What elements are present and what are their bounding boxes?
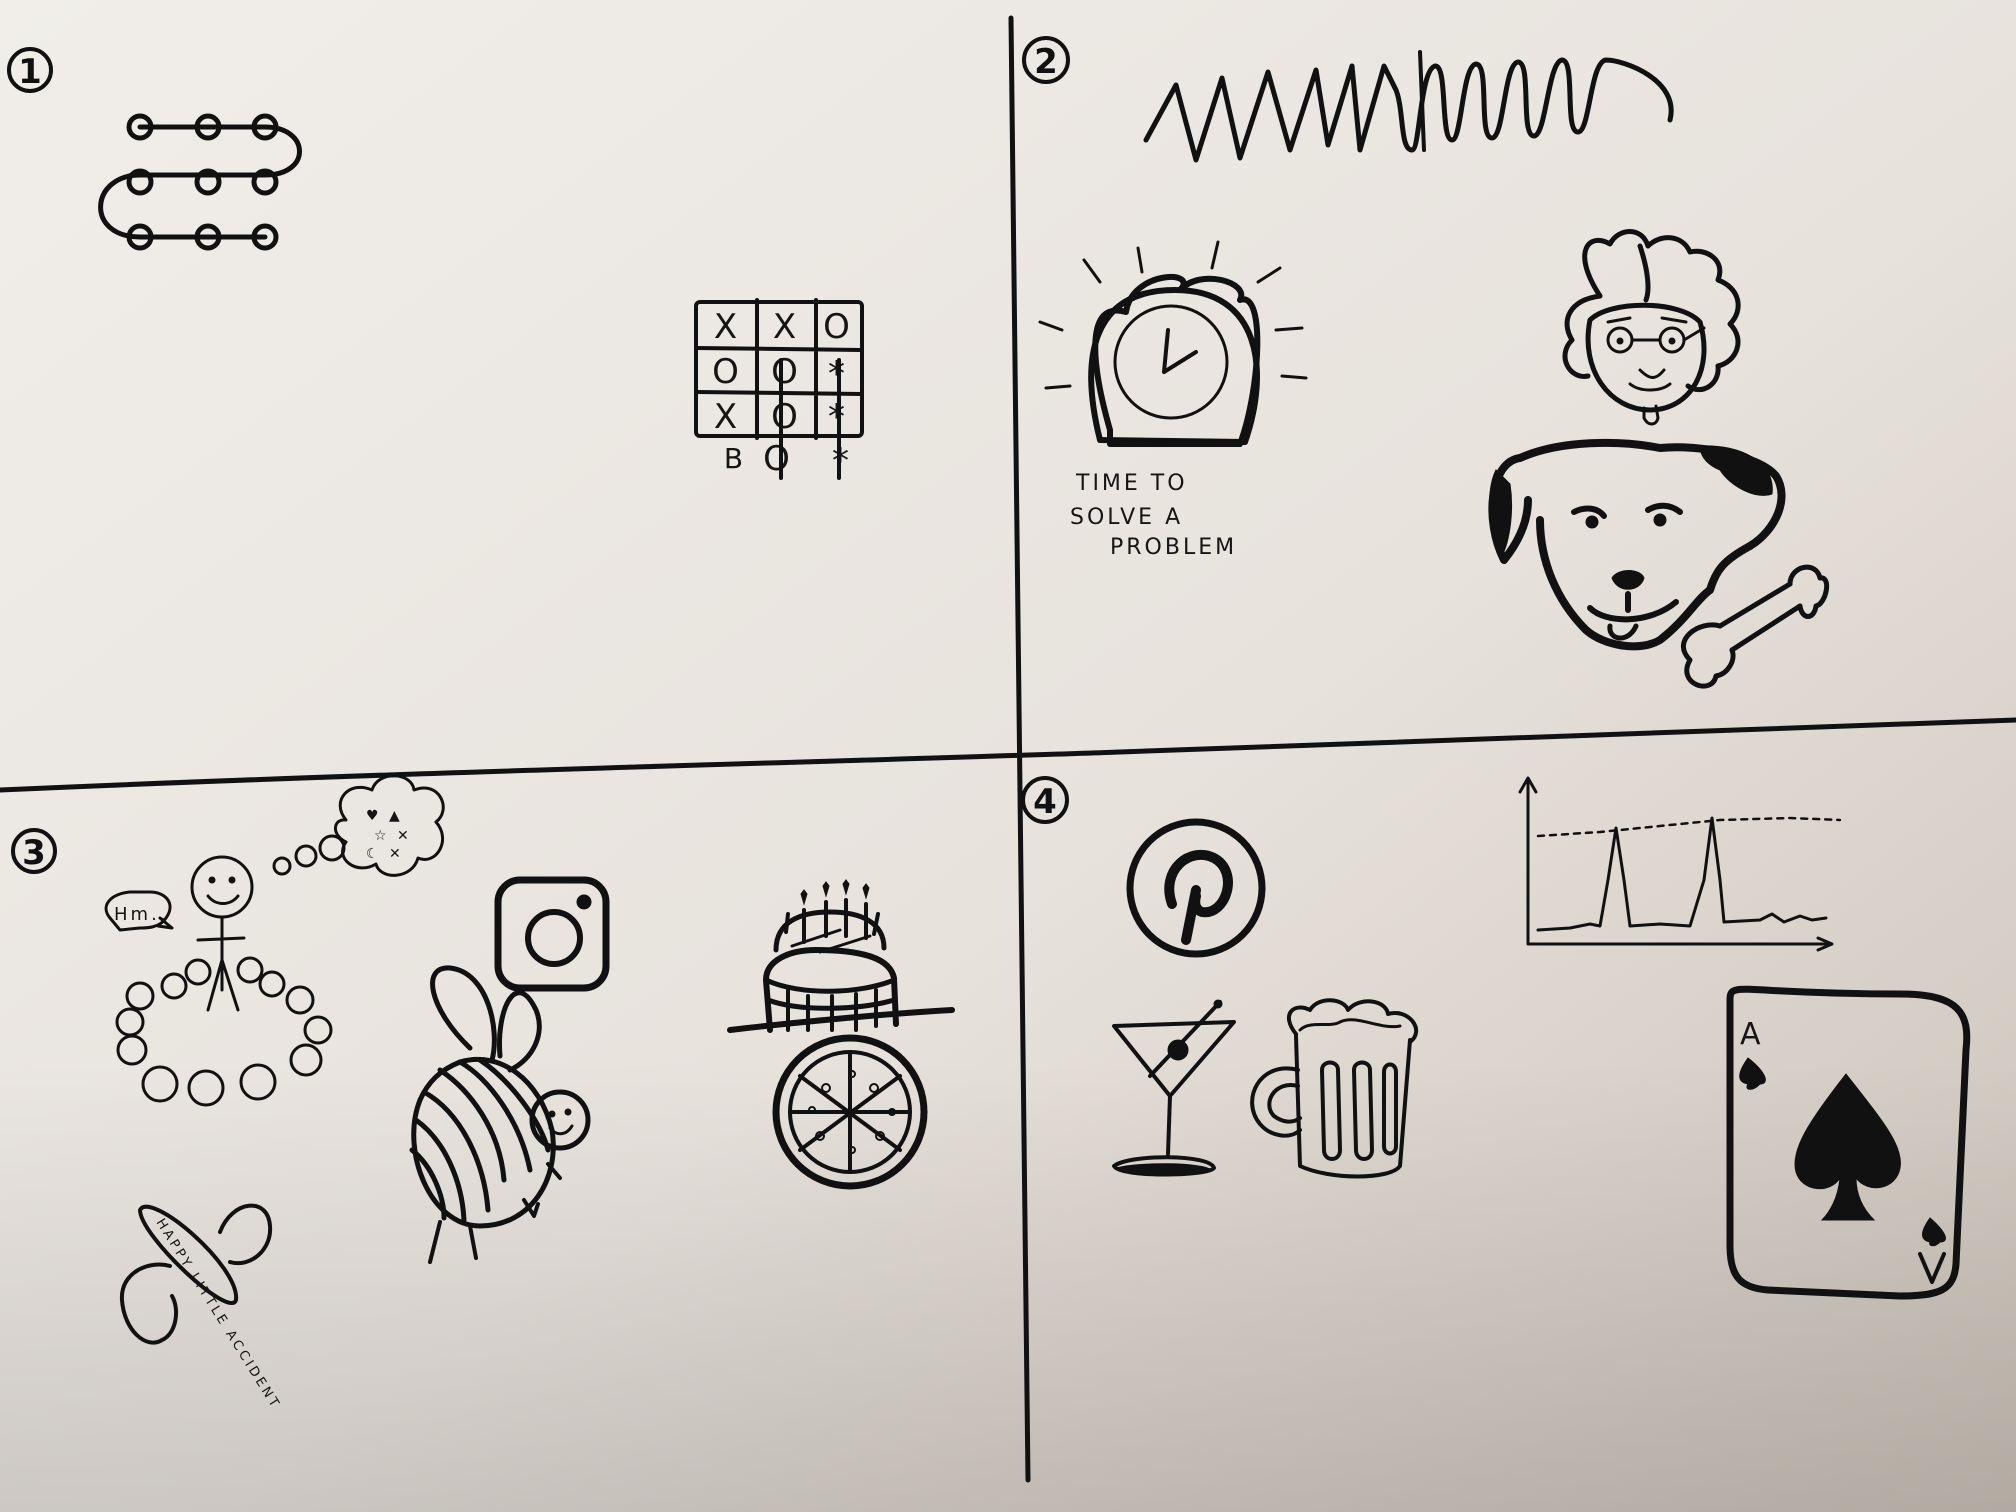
clock-caption-line: PROBLEM	[1110, 535, 1237, 560]
ttt-cell: X	[773, 307, 799, 347]
ttt-cell: O	[712, 352, 742, 392]
clock-caption-line: TIME TO	[1075, 471, 1188, 496]
ttt-below: *	[832, 441, 852, 481]
ttt-cell: O	[771, 397, 801, 437]
speech-bubble-text: Hm..	[114, 904, 169, 925]
clock-caption-line: SOLVE A	[1070, 505, 1183, 530]
svg-text:3: 3	[22, 833, 46, 873]
whiteboard-drawing: 1 2 3 4 X X O O O * X O * B O * TIME TO …	[0, 0, 2016, 1512]
card-rank: A	[1740, 1017, 1764, 1052]
ttt-below: O	[763, 439, 793, 479]
ttt-cell: O	[823, 307, 853, 347]
pizza-icon	[772, 1034, 928, 1190]
svg-text:☾ ✕: ☾ ✕	[366, 846, 404, 862]
svg-text:♥ ▲: ♥ ▲	[366, 808, 403, 824]
svg-text:2: 2	[1034, 42, 1058, 82]
ttt-cell: X	[714, 397, 740, 437]
ttt-cell: X	[714, 307, 740, 347]
svg-text:1: 1	[18, 52, 42, 92]
svg-text:☆ ✕: ☆ ✕	[374, 828, 412, 844]
ttt-below: B	[724, 442, 746, 475]
svg-text:4: 4	[1033, 782, 1057, 822]
ttt-cell: O	[771, 352, 801, 392]
